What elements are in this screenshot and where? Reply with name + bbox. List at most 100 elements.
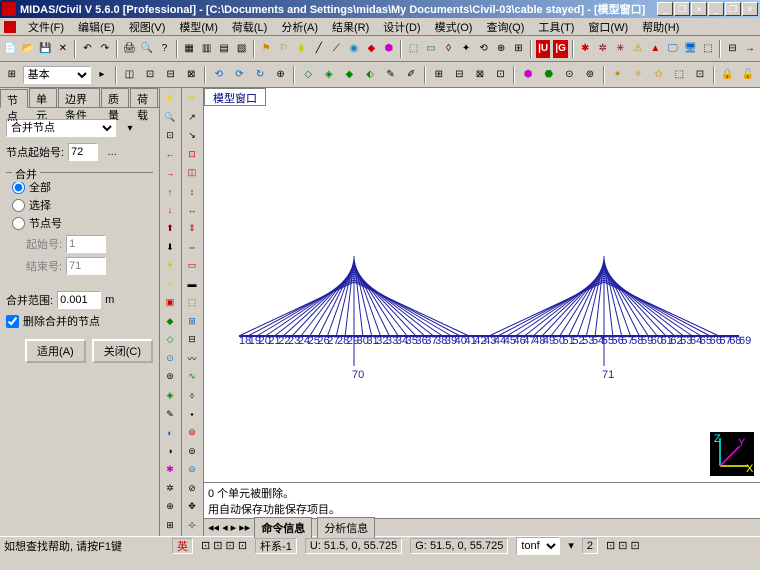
vt1-left-icon[interactable]: ← bbox=[161, 146, 179, 164]
vt1-o-icon[interactable]: ✲ bbox=[161, 479, 179, 497]
vt2-p-icon[interactable]: ∿ bbox=[183, 368, 201, 386]
vt1-right-icon[interactable]: → bbox=[161, 164, 179, 182]
viewport[interactable]: 70 71 1819202122232425262728293031323334… bbox=[204, 106, 760, 482]
vt2-v-icon[interactable]: ⊘ bbox=[183, 479, 201, 497]
red1-icon[interactable]: ✱ bbox=[577, 39, 594, 59]
gp5-icon[interactable]: ✎ bbox=[381, 65, 401, 85]
vt2-l-icon[interactable]: ⬚ bbox=[183, 294, 201, 312]
y4-icon[interactable]: ⬚ bbox=[670, 65, 690, 85]
u-icon[interactable]: |U bbox=[535, 39, 552, 59]
b2-icon[interactable]: ⊟ bbox=[450, 65, 470, 85]
y3-icon[interactable]: ✩ bbox=[649, 65, 669, 85]
undo-icon[interactable]: ↶ bbox=[79, 39, 96, 59]
tab-mass[interactable]: 质量 bbox=[101, 88, 129, 107]
grid3-icon[interactable]: ▤ bbox=[216, 39, 233, 59]
vt2-x-icon[interactable]: ⊹ bbox=[183, 517, 201, 535]
play-icon[interactable]: ▸ bbox=[92, 65, 112, 85]
menu-query[interactable]: 查询(Q) bbox=[480, 18, 530, 36]
vt1-light-icon[interactable]: ⚡ bbox=[161, 90, 179, 108]
vt2-d-icon[interactable]: ⊡ bbox=[183, 146, 201, 164]
vt1-p-icon[interactable]: ⊕ bbox=[161, 498, 179, 516]
rot4-icon[interactable]: ⊕ bbox=[271, 65, 291, 85]
vt1-l-icon[interactable]: ◐ bbox=[161, 424, 179, 442]
menu-mode[interactable]: 模式(O) bbox=[429, 18, 479, 36]
view6-icon[interactable]: ⊕ bbox=[493, 39, 510, 59]
blue2-icon[interactable]: 🖥 bbox=[682, 39, 699, 59]
gp3-icon[interactable]: ◆ bbox=[340, 65, 360, 85]
vt2-f-icon[interactable]: ↕ bbox=[183, 183, 201, 201]
vt2-b-icon[interactable]: ↗ bbox=[183, 109, 201, 127]
view5-icon[interactable]: ⟲ bbox=[475, 39, 492, 59]
help-icon[interactable]: ? bbox=[156, 39, 173, 59]
el4-icon[interactable]: ⊠ bbox=[181, 65, 201, 85]
menu-window[interactable]: 窗口(W) bbox=[582, 18, 634, 36]
vt2-w-icon[interactable]: ✥ bbox=[183, 498, 201, 516]
vt2-g-icon[interactable]: ↔ bbox=[183, 201, 201, 219]
y5-icon[interactable]: ⊡ bbox=[690, 65, 710, 85]
b4-icon[interactable]: ⊡ bbox=[491, 65, 511, 85]
vt1-g-icon[interactable]: ◇ bbox=[161, 331, 179, 349]
close-doc-icon[interactable]: ✕ bbox=[55, 39, 72, 59]
vt2-j-icon[interactable]: ▭ bbox=[183, 257, 201, 275]
tool-g-icon[interactable]: ◆ bbox=[363, 39, 380, 59]
p2-icon[interactable]: ⬣ bbox=[539, 65, 559, 85]
apply-button[interactable]: 适用(A) bbox=[25, 339, 86, 363]
redo-icon[interactable]: ↷ bbox=[97, 39, 114, 59]
lock-icon[interactable]: 🔒 bbox=[718, 65, 738, 85]
menu-edit[interactable]: 编辑(E) bbox=[72, 18, 121, 36]
start-num-input[interactable] bbox=[68, 143, 98, 161]
tree2-icon[interactable]: ⊞ bbox=[2, 65, 22, 85]
gp6-icon[interactable]: ✐ bbox=[401, 65, 421, 85]
vt1-i-icon[interactable]: ⊚ bbox=[161, 368, 179, 386]
blue1-icon[interactable]: 🖵 bbox=[665, 39, 682, 59]
vt2-a-icon[interactable]: ✂ bbox=[183, 90, 201, 108]
p4-icon[interactable]: ⊚ bbox=[580, 65, 600, 85]
vt1-down-icon[interactable]: ↓ bbox=[161, 201, 179, 219]
vt1-j-icon[interactable]: ◈ bbox=[161, 387, 179, 405]
red4-icon[interactable]: ▲ bbox=[647, 39, 664, 59]
arrow-icon[interactable]: → bbox=[742, 39, 759, 59]
vt2-s-icon[interactable]: ⊛ bbox=[183, 424, 201, 442]
rot2-icon[interactable]: ⟳ bbox=[230, 65, 250, 85]
vt1-m-icon[interactable]: ◑ bbox=[161, 442, 179, 460]
vt2-u-icon[interactable]: ⊝ bbox=[183, 461, 201, 479]
gp2-icon[interactable]: ◈ bbox=[319, 65, 339, 85]
vt1-n-icon[interactable]: ✱ bbox=[161, 461, 179, 479]
vt2-r-icon[interactable]: ⬩ bbox=[183, 405, 201, 423]
tree-icon[interactable]: ⊟ bbox=[724, 39, 741, 59]
operation-select[interactable]: 合并节点 bbox=[6, 119, 116, 137]
delete-check[interactable] bbox=[6, 315, 19, 328]
bottom-nav-icons[interactable]: ◂◂ ◂ ▸ ▸▸ bbox=[208, 521, 250, 534]
tab-element[interactable]: 单元 bbox=[29, 88, 57, 107]
grid1-icon[interactable]: ▦ bbox=[181, 39, 198, 59]
tool-e-icon[interactable]: ⟋ bbox=[328, 39, 345, 59]
status-unit-select[interactable]: tonf bbox=[516, 537, 560, 555]
vt2-e-icon[interactable]: ◫ bbox=[183, 164, 201, 182]
menu-design[interactable]: 设计(D) bbox=[377, 18, 426, 36]
vt2-n-icon[interactable]: ⊟ bbox=[183, 331, 201, 349]
vt1-c-icon[interactable]: ✦ bbox=[161, 257, 179, 275]
vt1-up-icon[interactable]: ↑ bbox=[161, 183, 179, 201]
p1-icon[interactable]: ⬢ bbox=[518, 65, 538, 85]
view4-icon[interactable]: ✦ bbox=[458, 39, 475, 59]
tool-h-icon[interactable]: ⬢ bbox=[381, 39, 398, 59]
vt2-m-icon[interactable]: ⊞ bbox=[183, 313, 201, 331]
vt2-i-icon[interactable]: ⇔ bbox=[183, 238, 201, 256]
rot3-icon[interactable]: ↻ bbox=[250, 65, 270, 85]
vt1-e-icon[interactable]: ▣ bbox=[161, 294, 179, 312]
vt2-o-icon[interactable]: 〰 bbox=[183, 350, 201, 368]
unlock-icon[interactable]: 🔓 bbox=[738, 65, 758, 85]
p3-icon[interactable]: ⊙ bbox=[560, 65, 580, 85]
grid4-icon[interactable]: ▧ bbox=[233, 39, 250, 59]
bottom-tab-analysis[interactable]: 分析信息 bbox=[317, 517, 375, 538]
view3-icon[interactable]: ◊ bbox=[440, 39, 457, 59]
bottom-tab-cmd[interactable]: 命令信息 bbox=[254, 517, 312, 538]
vt1-a-icon[interactable]: ⬆ bbox=[161, 220, 179, 238]
close-panel-button[interactable]: 关闭(C) bbox=[92, 339, 153, 363]
menu-result[interactable]: 结果(R) bbox=[326, 18, 375, 36]
tool-f-icon[interactable]: ◉ bbox=[346, 39, 363, 59]
menu-load[interactable]: 荷载(L) bbox=[226, 18, 273, 36]
gp1-icon[interactable]: ◇ bbox=[298, 65, 318, 85]
tab-node[interactable]: 节点 bbox=[0, 89, 28, 108]
range-input[interactable] bbox=[57, 291, 101, 309]
